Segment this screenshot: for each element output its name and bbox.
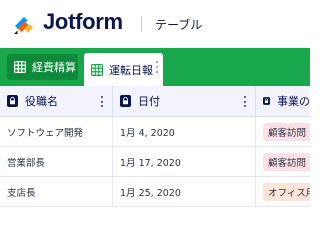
column-header-label: 役職名 — [25, 95, 58, 108]
table-cell-role[interactable]: 営業部長 — [0, 147, 113, 177]
column-header-date[interactable]: 日付 — [113, 86, 256, 117]
tag-badge: 顧客訪問 — [263, 122, 310, 141]
top-bar: Jotform テーブル — [0, 0, 310, 48]
table-cell-date[interactable]: 1月 25, 2020 — [113, 177, 256, 207]
column-header-label: 日付 — [138, 95, 160, 108]
tab-expense[interactable]: 経費精算 — [7, 54, 78, 80]
lock-icon — [263, 97, 270, 105]
grid-icon — [14, 61, 26, 73]
tab-driving-log[interactable]: 運転日報 — [84, 53, 163, 86]
brand-name[interactable]: Jotform — [43, 9, 123, 35]
tab-driving-log-label: 運転日報 — [109, 63, 153, 77]
table-cell-date[interactable]: 1月 17, 2020 — [113, 147, 256, 177]
table-cell-role[interactable]: 支店長 — [0, 177, 113, 207]
jotform-logo-icon[interactable] — [12, 12, 36, 36]
column-header-business[interactable]: 事業の — [256, 86, 310, 117]
tab-expense-label: 経費精算 — [32, 61, 76, 74]
column-header-label: 事業の — [277, 95, 310, 108]
tag-badge: オフィス用 — [263, 182, 310, 201]
kebab-menu-icon[interactable] — [100, 96, 103, 107]
lock-icon — [120, 95, 131, 107]
header-divider — [141, 16, 142, 32]
table-cell-business[interactable]: オフィス用 — [256, 177, 310, 207]
lock-icon — [7, 95, 18, 107]
tag-badge: 顧客訪問 — [263, 152, 310, 171]
column-header-role[interactable]: 役職名 — [0, 86, 113, 117]
table-cell-date[interactable]: 1月 4, 2020 — [113, 117, 256, 147]
section-title: テーブル — [155, 18, 203, 32]
tab-options-icon[interactable] — [155, 61, 158, 73]
table-cell-business[interactable]: 顧客訪問 — [256, 147, 310, 177]
table-cell-business[interactable]: 顧客訪問 — [256, 117, 310, 147]
grid-icon — [91, 63, 103, 76]
kebab-menu-icon[interactable] — [243, 96, 246, 107]
table-cell-role[interactable]: ソフトウェア開発 — [0, 117, 113, 147]
tab-bar: 経費精算 運転日報 — [0, 48, 310, 86]
